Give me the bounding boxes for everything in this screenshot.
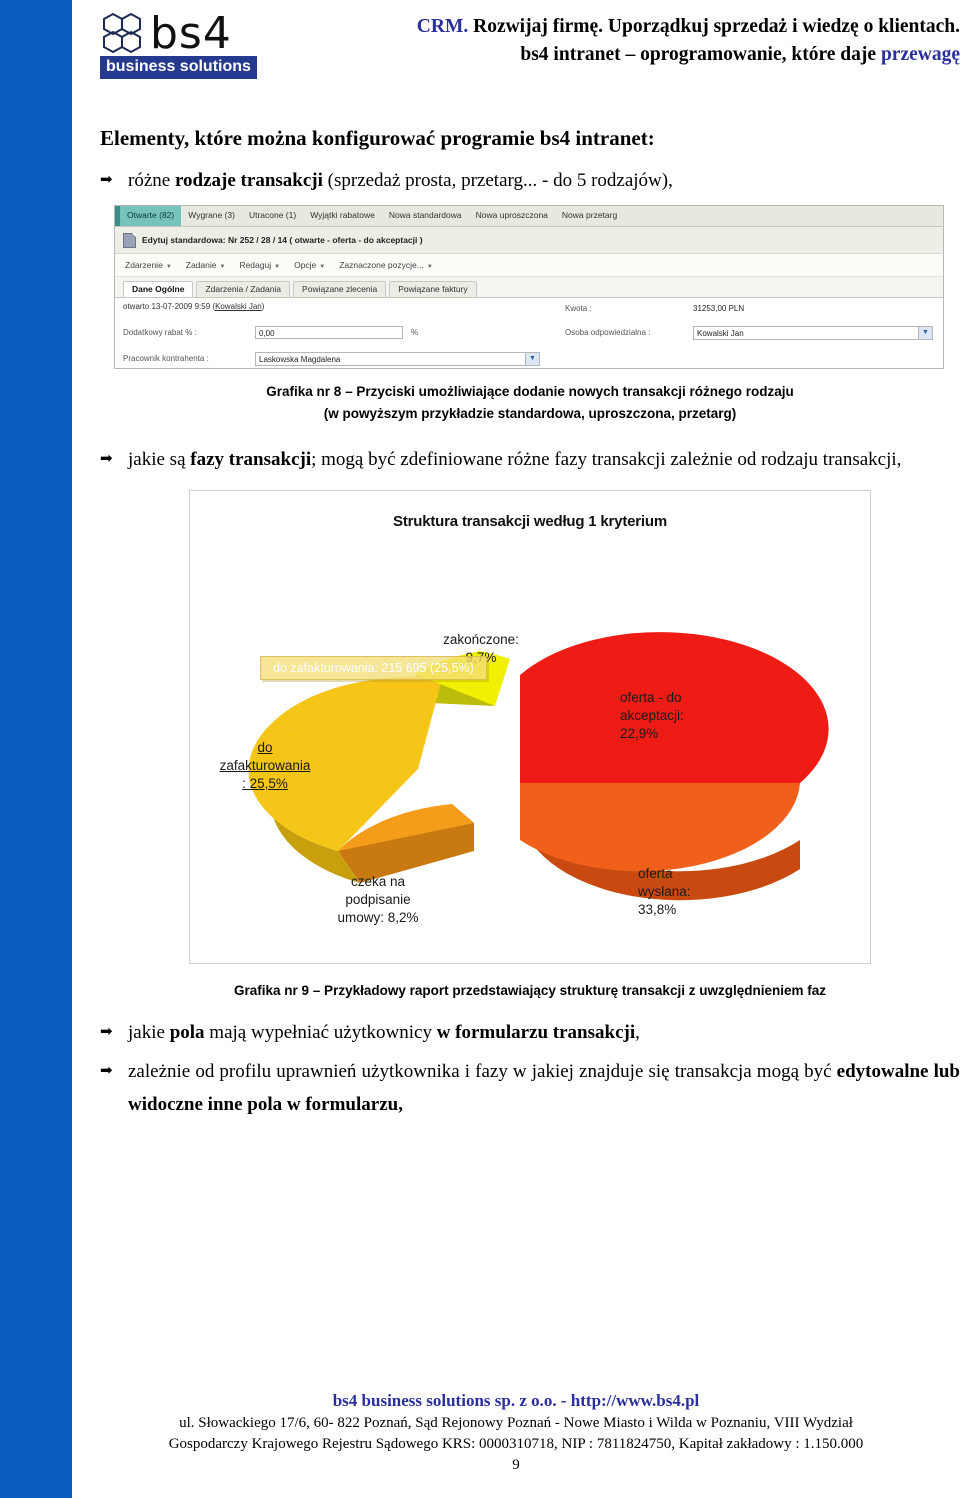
menu-zdarzenie[interactable]: Zdarzenie ▼ [125,260,172,270]
bullet-arrow-icon: ➡ [100,1022,113,1040]
menu-redaguj[interactable]: Redaguj ▼ [239,260,280,270]
footer-address-line2: Gospodarczy Krajowego Rejestru Sądowego … [168,1436,864,1452]
tab-wyjatki-rabatowe[interactable]: Wyjątki rabatowe [303,206,382,226]
chevron-down-icon[interactable]: ▼ [918,327,932,339]
logo-wordmark: bs4 [150,8,232,59]
footer-company: bs4 business solutions sp. z o.o. - http… [332,1391,700,1410]
app-screenshot-transactions: Otwarte (82) Wygrane (3) Utracone (1) Wy… [114,205,944,369]
section-heading: Elementy, które można konfigurować progr… [100,126,655,150]
input-dodatkowy-rabat[interactable]: 0,00 [255,326,403,339]
left-blue-margin-bar [0,0,72,1498]
bs4-logo: bs4 business solutions [100,12,280,79]
bullet-arrow-icon: ➡ [100,1061,113,1079]
header-slogan: CRM. Rozwijaj firmę. Uporządkuj sprzedaż… [284,14,960,70]
chevron-down-icon: ▼ [219,264,226,270]
menu-opcje[interactable]: Opcje ▼ [294,260,325,270]
header-slogan-line1: Rozwijaj firmę. Uporządkuj sprzedaż i wi… [468,16,960,37]
chart-title: Struktura transakcji według 1 kryterium [393,513,667,530]
hexagons-icon [103,12,141,54]
bullet3-pre: jakie [128,1022,170,1043]
record-opened-meta: otwarto 13-07-2009 9:59 (Kowalski Jan) [123,302,264,311]
document-page: bs4 business solutions CRM. Rozwijaj fir… [72,0,960,1498]
figure8-caption-line1: Grafika nr 8 – Przyciski umożliwiające d… [266,384,794,399]
bullet2-bold: fazy transakcji [190,449,312,470]
chevron-down-icon: ▼ [165,264,172,270]
label-osoba-odpowiedzialna: Osoba odpowiedzialna : [565,328,651,337]
bullet3-bold2: w formularzu transakcji [436,1022,636,1043]
chevron-down-icon: ▼ [319,264,326,270]
meta-prefix: otwarto 13-07-2009 9:59 ( [123,302,216,311]
pie-label-do-zafakturowania: do zafakturowania : 25,5% [219,740,311,791]
header-przewage-accent: przewagę [880,44,960,65]
menu-zadanie[interactable]: Zadanie ▼ [186,260,226,270]
app-menubar: Zdarzenie ▼ Zadanie ▼ Redaguj ▼ Opcje ▼ Zazn… [115,254,943,277]
bullet3-mid: mają wypełniać użytkownicy [204,1022,437,1043]
value-kwota: 31253,00 PLN [693,304,745,313]
header-crm-accent: CRM. [416,16,469,37]
tab-nowa-standardowa[interactable]: Nowa standardowa [382,206,469,226]
figure9-chart: Struktura transakcji według 1 kryterium [189,490,871,964]
menu-zaznaczone-pozycje[interactable]: Zaznaczone pozycje... ▼ [339,260,433,270]
bullet2-post: ; mogą być zdefiniowane różne fazy trans… [311,449,902,470]
app-edit-header: Edytuj standardowa: Nr 252 / 28 / 14 ( o… [115,227,943,254]
figure8-caption: Grafika nr 8 – Przyciski umożliwiające d… [100,381,960,425]
app-subtabs: Dane Ogólne Zdarzenia / Zadania Powiązan… [115,277,943,298]
tab-wygrane[interactable]: Wygrane (3) [181,206,242,226]
subtab-powiazane-faktury[interactable]: Powiązane faktury [389,281,477,297]
figure8-caption-line2: (w powyższym przykładzie standardowa, up… [323,406,737,421]
bullet-arrow-icon: ➡ [100,170,113,188]
unit-percent: % [411,328,419,337]
figure9-caption-line1: Grafika nr 9 – Przykładowy raport przeds… [234,983,826,998]
bullet-item-form-fields: ➡ jakie pola mają wypełniać użytkownicy … [100,1016,960,1049]
page-footer: bs4 business solutions sp. z o.o. - http… [72,1389,960,1476]
bullet1-bold: rodzaje transakcji [174,170,323,191]
pie-tooltip: do zafakturowania: 215 695 (25,5%) [260,656,487,680]
document-icon [123,232,136,248]
subtab-dane-ogolne[interactable]: Dane Ogólne [123,281,194,297]
tab-utracone[interactable]: Utracone (1) [242,206,303,226]
footer-address-line1: ul. Słowackiego 17/6, 60- 822 Poznań, Są… [179,1415,853,1431]
pie-label-oferta-wyslana: oferta wysłana: 33,8% [638,866,691,917]
select-osoba-value: Kowalski Jan [697,329,744,338]
pie-label-oferta-do-akceptacji: oferta - do akceptacji: 22,9% [620,690,684,741]
subtab-zdarzenia-zadania[interactable]: Zdarzenia / Zadania [196,281,291,297]
page-header: bs4 business solutions CRM. Rozwijaj fir… [100,0,960,118]
select-pracownik-value: Laskowska Magdalena [259,355,341,364]
bullet-item-permissions: ➡ zależnie od profilu uprawnień użytkown… [100,1055,960,1121]
label-dodatkowy-rabat: Dodatkowy rabat % : [123,328,197,337]
chevron-down-icon[interactable]: ▼ [525,353,539,365]
tab-nowa-przetarg[interactable]: Nowa przetarg [555,206,624,226]
meta-user: Kowalski Jan [215,302,262,311]
bullet1-pre: różne [128,170,175,191]
edit-record-title: Edytuj standardowa: Nr 252 / 28 / 14 ( o… [142,235,423,245]
page-number: 9 [512,1457,520,1473]
bullet-arrow-icon: ➡ [100,449,113,467]
bullet3-bold1: pola [169,1022,205,1043]
tab-nowa-uproszczona[interactable]: Nowa uproszczona [469,206,555,226]
logo-tagline: business solutions [100,56,257,79]
tab-otwarte[interactable]: Otwarte (82) [120,206,182,226]
bullet-item-transaction-types: ➡ różne rodzaje transakcji (sprzedaż pro… [100,164,960,197]
label-kwota: Kwota : [565,304,592,313]
bullet3-post: , [635,1022,640,1043]
label-pracownik-kontrahenta: Pracownik kontrahenta : [123,354,209,363]
pie-label-czeka-na-podpisanie: czeka na podpisanie umowy: 8,2% [337,874,419,925]
figure9-caption: Grafika nr 9 – Przykładowy raport przeds… [100,980,960,1002]
bullet1-post: (sprzedaż prosta, przetarg... - do 5 rod… [322,170,673,191]
chevron-down-icon: ▼ [426,264,433,270]
bullet-item-phases: ➡ jakie są fazy transakcji; mogą być zde… [100,443,960,476]
chevron-down-icon: ▼ [274,264,281,270]
select-pracownik-kontrahenta[interactable]: Laskowska Magdalena ▼ [255,352,540,366]
header-slogan-line2: bs4 intranet – oprogramowanie, które daj… [520,44,881,65]
app-tabbar: Otwarte (82) Wygrane (3) Utracone (1) Wy… [115,206,943,227]
pie-slice-oferta-wyslana[interactable] [520,783,800,872]
bullet4-pre: zależnie od profilu uprawnień użytkownik… [128,1061,837,1082]
bullet2-pre: jakie są [128,449,191,470]
select-osoba-odpowiedzialna[interactable]: Kowalski Jan ▼ [693,326,933,340]
subtab-powiazane-zlecenia[interactable]: Powiązane zlecenia [293,281,387,297]
meta-suffix: ) [261,302,265,311]
app-form-area: otwarto 13-07-2009 9:59 (Kowalski Jan) D… [115,298,943,368]
